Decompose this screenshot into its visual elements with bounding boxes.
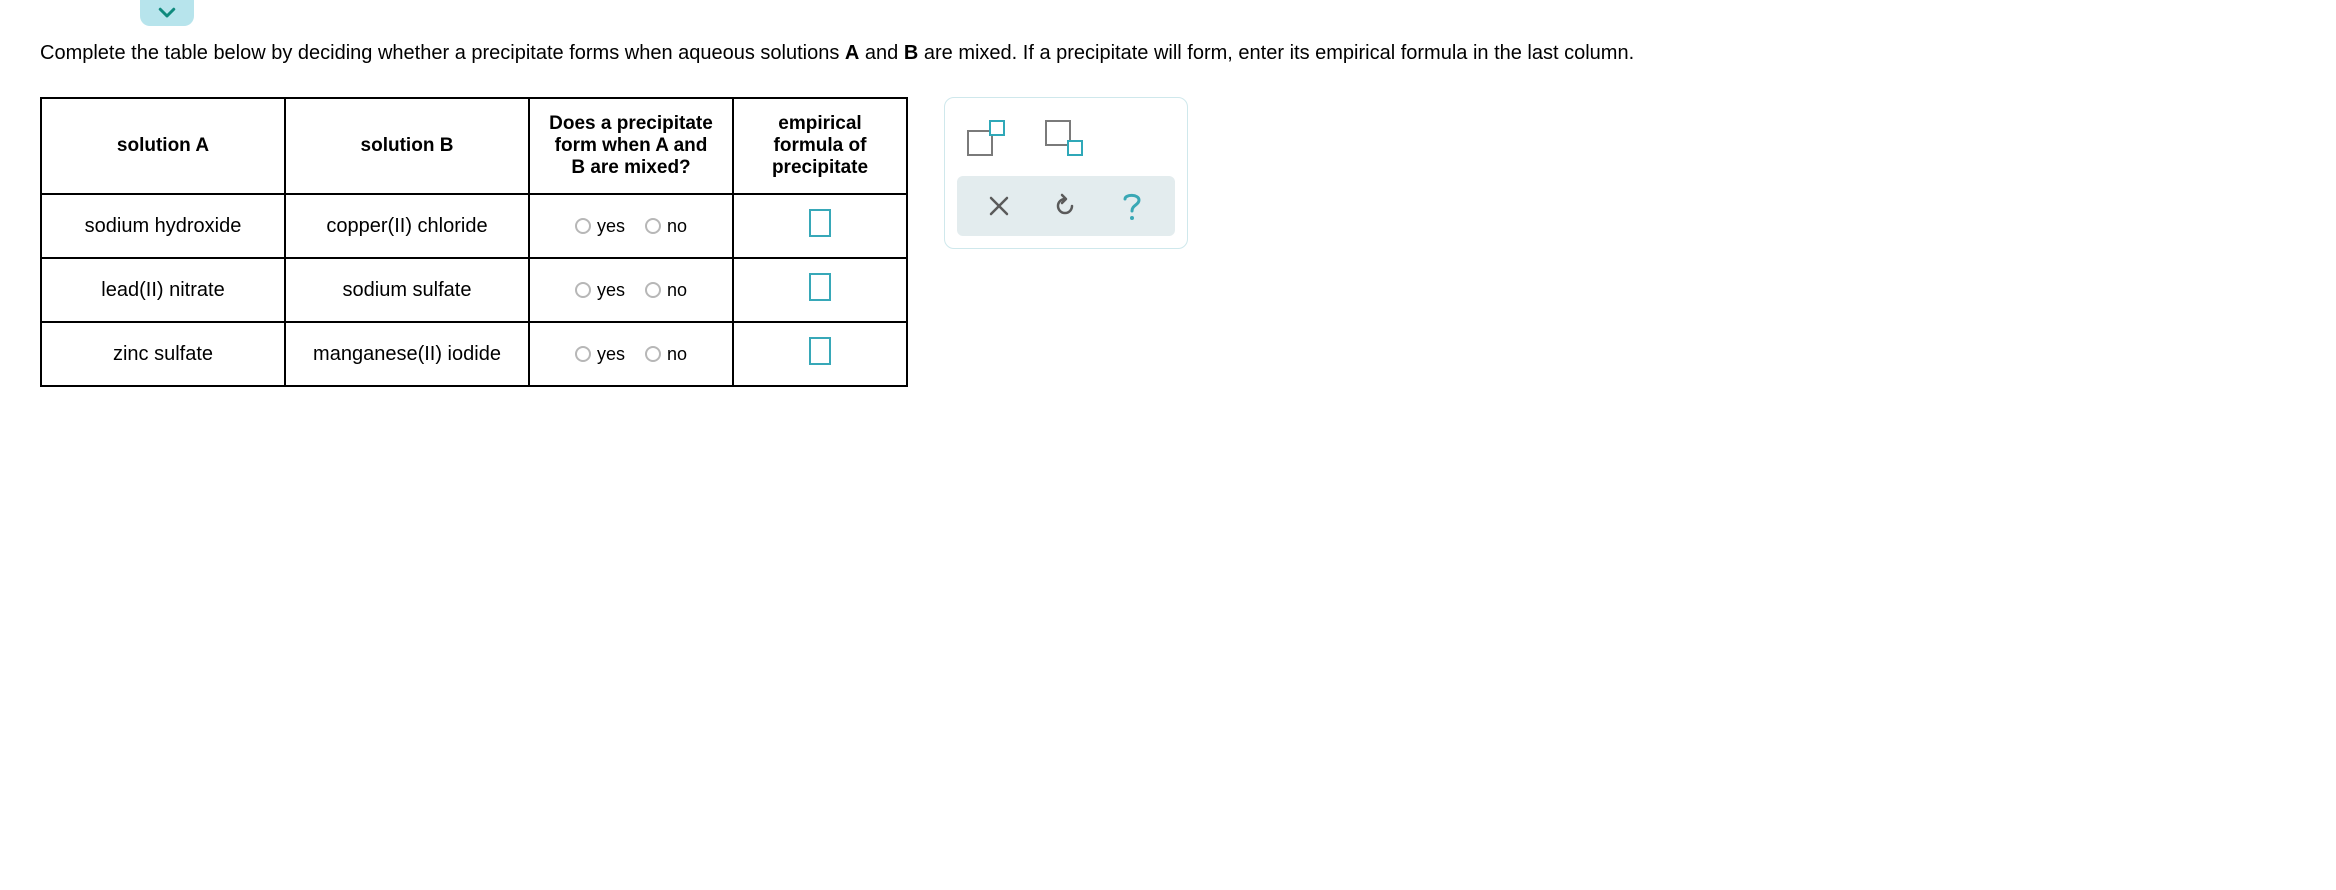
instr-post: are mixed. If a precipitate will form, e… xyxy=(918,42,1634,64)
collapse-toggle[interactable] xyxy=(140,0,194,26)
radio-yes[interactable]: yes xyxy=(575,216,625,237)
cell-precipitate-choice: yes no xyxy=(529,194,733,258)
radio-no[interactable]: no xyxy=(645,216,687,237)
table-row: sodium hydroxide copper(II) chloride yes… xyxy=(41,194,907,258)
square-icon xyxy=(989,120,1005,136)
cell-solution-b: sodium sulfate xyxy=(285,258,529,322)
square-icon xyxy=(1067,140,1083,156)
undo-arrow-icon xyxy=(1052,193,1078,219)
radio-circle-icon xyxy=(645,218,661,234)
subscript-button[interactable] xyxy=(1045,120,1083,156)
chevron-down-icon xyxy=(158,7,176,19)
cell-precipitate-choice: yes no xyxy=(529,322,733,386)
radio-no-label: no xyxy=(667,280,687,301)
cell-solution-b: manganese(II) iodide xyxy=(285,322,529,386)
clear-button[interactable] xyxy=(987,194,1011,218)
instr-pre: Complete the table below by deciding whe… xyxy=(40,42,845,64)
instr-bold-b: B xyxy=(904,42,918,64)
radio-yes[interactable]: yes xyxy=(575,344,625,365)
instr-bold-a: A xyxy=(845,42,859,64)
reset-button[interactable] xyxy=(1052,193,1078,219)
header-precipitate: Does a precipitate form when A and B are… xyxy=(529,98,733,194)
radio-circle-icon xyxy=(575,282,591,298)
radio-no[interactable]: no xyxy=(645,280,687,301)
header-formula: empirical formula of precipitate xyxy=(733,98,907,194)
formula-input[interactable] xyxy=(809,273,831,301)
header-solution-b: solution B xyxy=(285,98,529,194)
cell-solution-b: copper(II) chloride xyxy=(285,194,529,258)
table-row: lead(II) nitrate sodium sulfate yes no xyxy=(41,258,907,322)
radio-circle-icon xyxy=(575,218,591,234)
cell-solution-a: lead(II) nitrate xyxy=(41,258,285,322)
cell-solution-a: sodium hydroxide xyxy=(41,194,285,258)
radio-circle-icon xyxy=(645,282,661,298)
formula-input[interactable] xyxy=(809,337,831,365)
precipitate-table: solution A solution B Does a precipitate… xyxy=(40,97,908,387)
x-icon xyxy=(987,194,1011,218)
radio-yes[interactable]: yes xyxy=(575,280,625,301)
formula-input[interactable] xyxy=(809,209,831,237)
cell-formula xyxy=(733,322,907,386)
superscript-button[interactable] xyxy=(967,120,1005,156)
radio-no[interactable]: no xyxy=(645,344,687,365)
header-solution-a: solution A xyxy=(41,98,285,194)
cell-precipitate-choice: yes no xyxy=(529,258,733,322)
cell-formula xyxy=(733,258,907,322)
radio-circle-icon xyxy=(645,346,661,362)
instructions-text: Complete the table below by deciding whe… xyxy=(40,40,2296,67)
radio-yes-label: yes xyxy=(597,280,625,301)
table-row: zinc sulfate manganese(II) iodide yes no xyxy=(41,322,907,386)
instr-mid: and xyxy=(859,42,903,64)
radio-yes-label: yes xyxy=(597,216,625,237)
cell-formula xyxy=(733,194,907,258)
question-mark-icon xyxy=(1119,190,1145,222)
help-button[interactable] xyxy=(1119,190,1145,222)
cell-solution-a: zinc sulfate xyxy=(41,322,285,386)
radio-yes-label: yes xyxy=(597,344,625,365)
radio-no-label: no xyxy=(667,344,687,365)
radio-circle-icon xyxy=(575,346,591,362)
tool-panel xyxy=(944,97,1188,249)
radio-no-label: no xyxy=(667,216,687,237)
